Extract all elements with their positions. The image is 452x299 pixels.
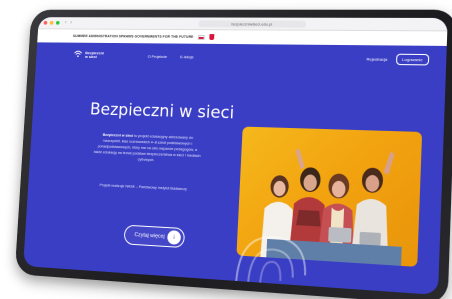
logo-text: Bezpieczni w sieci (84, 49, 105, 60)
minimize-window-button[interactable] (49, 20, 54, 25)
site-header: Bezpieczni w sieci O Projekcie E-lekcje … (36, 42, 447, 73)
site-logo[interactable]: Bezpieczni w sieci (73, 50, 104, 60)
hero-description-rest: to projekt edukacyjny adresowany do nauc… (93, 133, 201, 163)
read-more-label: Czytaj więcej (134, 232, 165, 240)
arrow-down-icon: ↓ (167, 230, 182, 245)
emblem-icon (209, 34, 215, 40)
header-actions: Rejestracja Logowanie (366, 53, 430, 65)
back-arrow-icon[interactable]: ‹ (65, 20, 67, 26)
browser-nav: ‹ › (65, 20, 72, 26)
read-more-button[interactable]: Czytaj więcej ↓ (123, 224, 186, 249)
nav-link-o-projekcie[interactable]: O Projekcie (148, 53, 168, 58)
maximize-window-button[interactable] (55, 20, 60, 25)
main-nav: O Projekcie E-lekcje (148, 53, 194, 58)
register-link[interactable]: Rejestracja (366, 56, 387, 61)
nav-link-e-lekcje[interactable]: E-lekcje (180, 54, 194, 59)
polish-flag-icon (198, 34, 206, 40)
wifi-logo-icon (73, 50, 83, 60)
tablet-device: ‹ › bezpieczniwsieci.edu.pl SUMMER ADMIN… (14, 9, 452, 299)
decorative-curves (226, 194, 321, 291)
hero-description: Bezpieczni w sieci to projekt edukacyjny… (92, 132, 202, 165)
address-bar[interactable]: bezpieczniwsieci.edu.pl (198, 19, 307, 28)
scene: ‹ › bezpieczniwsieci.edu.pl SUMMER ADMIN… (0, 0, 452, 299)
tablet-screen: ‹ › bezpieczniwsieci.edu.pl SUMMER ADMIN… (23, 17, 448, 296)
hero-description-bold: Bezpieczni w sieci (102, 132, 134, 138)
hero-note: Projekt realizuje NASK – Państwowy Insty… (99, 183, 188, 192)
hero-title: Bezpieczni w sieci (89, 99, 235, 124)
gov-strip-text: SUMMER ADMINISTRATION SPRAWS GOVERNMENTS… (72, 34, 194, 39)
window-controls (43, 20, 60, 25)
forward-arrow-icon[interactable]: › (70, 20, 72, 26)
login-button[interactable]: Logowanie (395, 53, 430, 65)
close-window-button[interactable] (43, 20, 48, 25)
